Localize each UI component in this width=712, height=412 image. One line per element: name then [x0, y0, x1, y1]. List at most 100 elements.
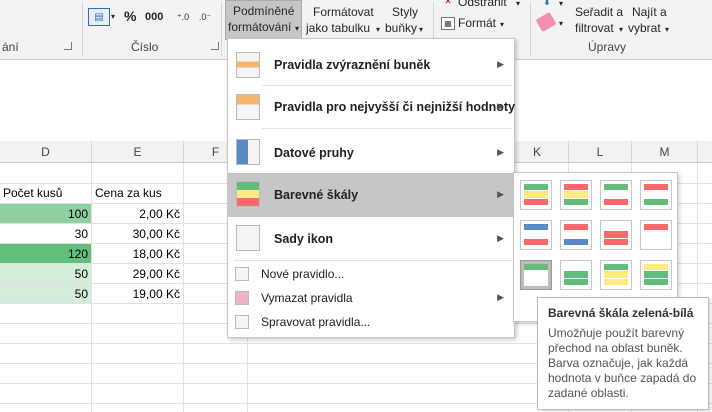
cell-e-value[interactable]: 2,00 Kč	[92, 204, 183, 223]
chevron-right-icon: ▶	[497, 147, 504, 157]
column-header-k[interactable]: K	[506, 141, 569, 163]
color-scale-band	[524, 271, 548, 279]
color-scale-band	[644, 271, 668, 279]
menu-item-color-scales[interactable]: Barevné škály ▶	[228, 173, 514, 217]
color-scale-band	[604, 271, 628, 279]
menu-item-top-bottom-rules[interactable]: Pravidla pro nejvyšší či nejnižší hodnot…	[228, 88, 516, 128]
eraser-icon	[235, 291, 249, 305]
comma-style-button[interactable]: 000	[145, 10, 163, 25]
chevron-down-icon: ▾	[295, 24, 300, 33]
color-scale-band	[524, 238, 548, 246]
color-scale-option[interactable]	[560, 180, 592, 210]
color-scale-option[interactable]	[560, 260, 592, 290]
cell-e-value[interactable]: 18,00 Kč	[92, 244, 183, 263]
column-header-d[interactable]: D	[0, 141, 92, 163]
cell-e-value[interactable]: 30,00 Kč	[92, 224, 183, 243]
cell-d-value[interactable]: 120	[0, 244, 91, 263]
menu-item-data-bars[interactable]: Datové pruhy ▶	[228, 131, 514, 175]
menu-item-label: Pravidla zvýraznění buněk	[274, 58, 431, 72]
increase-decimal-icon[interactable]: ⁺.0	[174, 8, 192, 26]
format-table-label-1: Formátovat	[313, 5, 374, 19]
color-scale-option[interactable]	[640, 180, 672, 210]
eraser-icon[interactable]	[535, 11, 557, 33]
chevron-down-icon[interactable]: ▾	[559, 16, 563, 31]
color-scale-band	[604, 191, 628, 199]
find-label-1: Najít a	[632, 5, 667, 19]
fill-down-icon[interactable]: ⬇	[540, 0, 554, 8]
color-scale-band	[564, 264, 588, 272]
accounting-format-icon[interactable]: ▤	[88, 8, 110, 26]
color-scale-band	[524, 264, 548, 272]
decrease-decimal-icon[interactable]: .0⁻	[196, 8, 214, 26]
menu-item-new-rule[interactable]: Nové pravidlo...	[228, 263, 514, 285]
percent-style-button[interactable]: %	[124, 9, 136, 24]
chevron-right-icon: ▶	[497, 59, 504, 69]
color-scale-band	[644, 184, 668, 192]
dialog-launcher-icon[interactable]	[64, 42, 72, 50]
color-scale-band	[564, 184, 588, 192]
cell-e-header[interactable]: Cena za kus	[92, 183, 183, 203]
cf-label-1: Podmíněné	[233, 4, 295, 18]
cell-e-value[interactable]: 19,00 Kč	[92, 284, 183, 303]
format-cells-icon: ▦	[441, 17, 455, 30]
chevron-down-icon: ▾	[500, 20, 505, 29]
chevron-right-icon: ▶	[497, 101, 504, 111]
color-scale-option[interactable]	[640, 220, 672, 250]
find-label-2: vybrat	[628, 21, 661, 35]
menu-item-label: Pravidla pro nejvyšší či nejnižší hodnot…	[274, 100, 516, 114]
color-scales-icon	[236, 181, 260, 207]
icon-sets-icon	[236, 225, 260, 251]
color-scale-band	[564, 191, 588, 199]
tooltip-title: Barevná škála zelená-bílá	[548, 306, 694, 320]
color-scale-option[interactable]	[520, 260, 552, 290]
color-scale-band	[524, 224, 548, 232]
menu-item-manage-rules[interactable]: Spravovat pravidla...	[228, 311, 514, 333]
color-scale-band	[644, 238, 668, 246]
column-header-edge	[698, 141, 712, 163]
cell-d-header[interactable]: Počet kusů	[0, 183, 91, 203]
color-scale-band	[604, 231, 628, 239]
color-scale-band	[604, 278, 628, 286]
color-scale-band	[564, 224, 588, 232]
cell-e-value[interactable]: 29,00 Kč	[92, 264, 183, 283]
color-scale-option[interactable]	[640, 260, 672, 290]
delete-cells-icon: ✕	[444, 0, 452, 6]
color-scale-band	[564, 198, 588, 206]
chevron-right-icon: ▶	[497, 292, 504, 302]
menu-item-icon-sets[interactable]: Sady ikon ▶	[228, 219, 514, 259]
dialog-launcher-icon[interactable]	[211, 42, 219, 50]
color-scale-option[interactable]	[600, 220, 632, 250]
chevron-down-icon[interactable]: ▾	[559, 0, 563, 11]
color-scale-band	[524, 231, 548, 239]
color-scale-option[interactable]	[560, 220, 592, 250]
menu-item-label: Nové pravidlo...	[261, 267, 345, 281]
menu-item-label: Vymazat pravidla	[261, 291, 353, 305]
cell-d-value[interactable]: 100	[0, 204, 91, 223]
cell-d-value[interactable]: 50	[0, 264, 91, 283]
chevron-down-icon: ▾	[665, 25, 670, 34]
color-scale-band	[604, 238, 628, 246]
column-header-l[interactable]: L	[569, 141, 632, 163]
column-header-e[interactable]: E	[92, 141, 184, 163]
menu-item-clear-rules[interactable]: Vymazat pravidla ▶	[228, 287, 514, 309]
color-scale-option[interactable]	[600, 260, 632, 290]
color-scale-option[interactable]	[520, 180, 552, 210]
menu-item-label: Datové pruhy	[274, 146, 354, 160]
color-scale-band	[604, 198, 628, 206]
color-scale-option[interactable]	[520, 220, 552, 250]
menu-item-highlight-rules[interactable]: Pravidla zvýraznění buněk ▶	[228, 45, 514, 85]
column-header-m[interactable]: M	[632, 141, 698, 163]
tooltip-description: Umožňuje použít barevný přechod na oblas…	[548, 326, 697, 400]
color-scale-band	[644, 198, 668, 206]
cell-d-value[interactable]: 50	[0, 284, 91, 303]
format-label: Formát	[458, 16, 497, 30]
chevron-right-icon: ▶	[497, 233, 504, 243]
chevron-down-icon: ▾	[619, 25, 624, 34]
group-label-alignment: ání	[2, 40, 19, 54]
conditional-formatting-button[interactable]: Podmíněné formátování ▾	[225, 0, 302, 40]
color-scale-band	[564, 278, 588, 286]
chevron-down-icon[interactable]: ▾	[111, 9, 115, 24]
color-scale-band	[644, 264, 668, 272]
cell-d-value[interactable]: 30	[0, 224, 91, 243]
color-scale-option[interactable]	[600, 180, 632, 210]
